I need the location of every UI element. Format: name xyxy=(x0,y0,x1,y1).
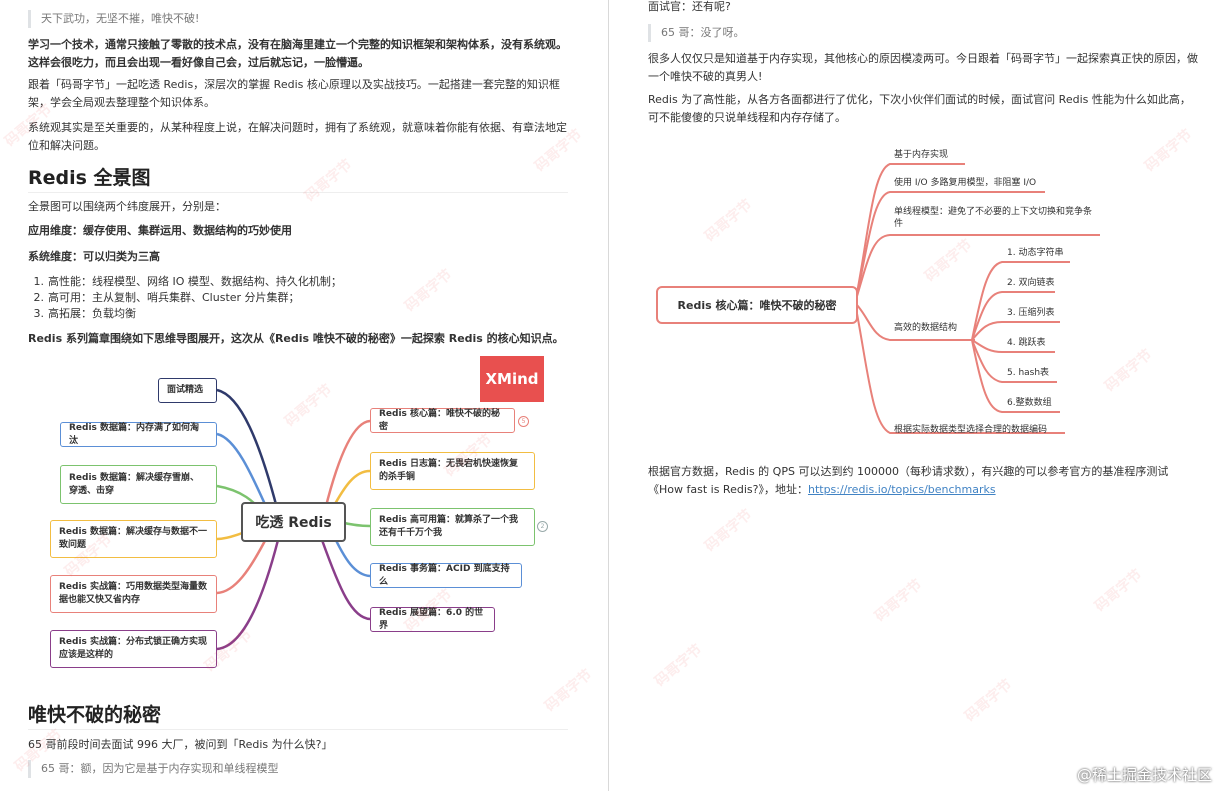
mindmap-center-node: 吃透 Redis xyxy=(241,502,346,542)
branch-encoding: 根据实际数据类型选择合理的数据编码 xyxy=(894,425,1048,435)
mindmap-node-interview: 面试精选 xyxy=(158,378,217,403)
mindmap-node-distributed-lock: Redis 实战篇：分布式锁正确方实现应该是这样的 xyxy=(50,630,217,668)
para-follow: 跟着「码哥字节」一起吃透 Redis，深层次的掌握 Redis 核心原理以及实战… xyxy=(28,78,560,109)
quote-top: 天下武功，无坚不摧，唯快不破! xyxy=(28,10,581,28)
para-performance: Redis 为了高性能，从各方各面都进行了优化，下次小伙伴们面试的时候，面试官问… xyxy=(648,93,1191,124)
para-qps: 根据官方数据，Redis 的 QPS 可以达到约 100000（每秒请求数），有… xyxy=(648,463,1198,499)
list-item: 2. 高可用：主从复制、哨兵集群、Cluster 分片集群； xyxy=(33,291,300,304)
ds-item: 3. 压缩列表 xyxy=(1007,308,1055,318)
mindmap-node-memory: Redis 数据篇：内存满了如何淘汰 xyxy=(60,422,217,447)
right-page: 面试官：还有呢? 65 哥：没了呀。 很多人仅仅只是知道基于内存实现，其他核心的… xyxy=(610,0,1220,791)
ds-item: 5. hash表 xyxy=(1007,368,1050,378)
mindmap-core: Redis 核心篇：唯快不破的秘密 基于内存实现 使用 I/O 多路复用模型，非… xyxy=(610,140,1220,450)
para-series: Redis 系列篇章围绕如下思维导图展开，这次从《Redis 唯快不破的秘密》一… xyxy=(28,332,564,345)
heading-panorama: Redis 全景图 xyxy=(28,163,568,193)
branch-data-structures: 高效的数据结构 xyxy=(894,323,958,333)
branch-io-multiplexing: 使用 I/O 多路复用模型，非阻塞 I/O xyxy=(894,178,1037,188)
mindmap-node-consistency: Redis 数据篇：解决缓存与数据不一致问题 xyxy=(50,520,217,558)
mindmap-overview: XMind 吃透 Redis 面试精选 Redis 数据篇：内存满了如何淘汰 R… xyxy=(0,350,608,690)
para-app-dimension: 应用维度：缓存使用、集群运用、数据结构的巧妙使用 xyxy=(28,224,292,237)
ds-item: 6.整数数组 xyxy=(1007,398,1052,408)
list-item: 3. 高拓展：负载均衡 xyxy=(33,307,137,320)
ds-item: 1. 动态字符串 xyxy=(1007,248,1064,258)
para-many-people: 很多人仅仅只是知道基于内存实现，其他核心的原因模凌两可。今日跟着「码哥字节」一起… xyxy=(648,52,1198,83)
para-dimensions: 全景图可以围绕两个纬度展开，分别是： xyxy=(28,200,226,213)
heading-secret: 唯快不破的秘密 xyxy=(28,700,568,730)
para-intro: 学习一个技术，通常只接触了零散的技术点，没有在脑海里建立一个完整的知识框架和架构… xyxy=(28,38,567,69)
mindmap-node-cache-avalanche: Redis 数据篇：解决缓存雪崩、穿透、击穿 xyxy=(60,465,217,504)
collapse-badge[interactable]: 2 xyxy=(537,521,548,532)
branch-single-thread: 单线程模型：避免了不必要的上下文切换和竞争条件 xyxy=(894,207,1093,229)
mindmap-node-log: Redis 日志篇：无畏宕机快速恢复的杀手锏 xyxy=(370,452,535,490)
mindmap-node-core: Redis 核心篇：唯快不破的秘密 xyxy=(370,408,515,433)
mindmap-node-future: Redis 展望篇：6.0 的世界 xyxy=(370,607,495,632)
para-system-view: 系统观其实是至关重要的，从某种程度上说，在解决问题时，拥有了系统观，就意味着你能… xyxy=(28,121,567,152)
left-page: 天下武功，无坚不摧，唯快不破! 学习一个技术，通常只接触了零散的技术点，没有在脑… xyxy=(0,0,608,791)
mindmap-node-transaction: Redis 事务篇：ACID 到底支持么 xyxy=(370,563,522,588)
quote-no-more: 65 哥：没了呀。 xyxy=(648,24,1211,42)
site-watermark: @稀土掘金技术社区 xyxy=(1076,766,1212,784)
mindmap-node-ha: Redis 高可用篇：就算杀了一个我还有千千万个我 xyxy=(370,508,535,546)
branch-in-memory: 基于内存实现 xyxy=(894,150,949,160)
para-sys-dimension: 系统维度：可以归类为三高 xyxy=(28,250,160,263)
benchmarks-link[interactable]: https://redis.io/topics/benchmarks xyxy=(808,483,996,496)
para-interviewer: 面试官：还有呢? xyxy=(648,0,731,13)
xmind-logo: XMind xyxy=(480,356,544,402)
quote-bottom: 65 哥：额，因为它是基于内存实现和单线程模型 xyxy=(28,760,581,778)
ds-item: 2. 双向链表 xyxy=(1007,278,1055,288)
ds-item: 4. 跳跃表 xyxy=(1007,338,1046,348)
collapse-badge[interactable]: 5 xyxy=(518,416,529,427)
list-item: 1. 高性能：线程模型、网络 IO 模型、数据结构、持久化机制； xyxy=(33,275,342,288)
mindmap-core-root: Redis 核心篇：唯快不破的秘密 xyxy=(656,286,858,324)
page-divider xyxy=(608,0,609,791)
mindmap-node-data-types: Redis 实战篇：巧用数据类型海量数据也能又快又省内存 xyxy=(50,575,217,613)
para-interview-question: 65 哥前段时间去面试 996 大厂，被问到「Redis 为什么快?」 xyxy=(28,738,333,751)
